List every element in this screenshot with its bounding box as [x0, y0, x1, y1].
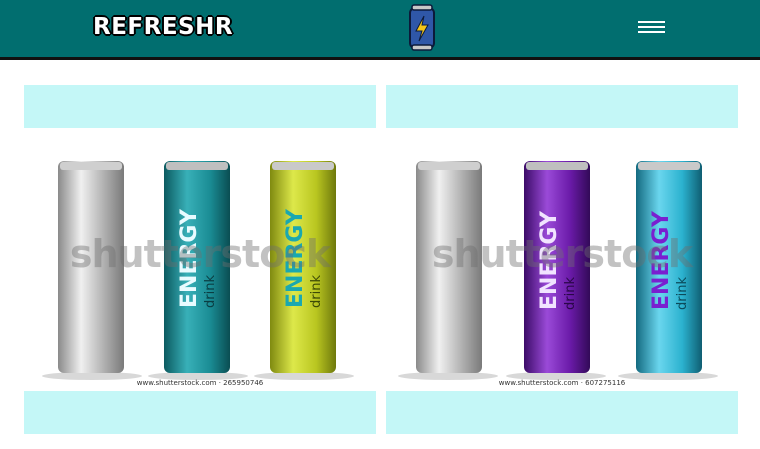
watermark: shutterstock [69, 232, 331, 276]
image-caption: www.shutterstock.com · 607275116 [498, 379, 626, 387]
hamburger-line [638, 21, 665, 23]
energy-can-lightning-icon[interactable] [407, 4, 437, 51]
card-header-bar [24, 85, 376, 128]
watermark: shutterstock [431, 232, 693, 276]
can-sublabel: drink [309, 275, 324, 308]
card-footer-bar [386, 391, 738, 434]
hamburger-line [638, 26, 665, 28]
navbar: REFRESHR [0, 0, 760, 60]
product-image[interactable]: ENERGY drink ENERGY drink shutterstock w… [386, 128, 738, 391]
image-caption: www.shutterstock.com · 265950746 [136, 379, 264, 387]
can-sublabel: drink [203, 275, 218, 308]
can-sublabel: drink [563, 277, 578, 310]
card-header-bar [386, 85, 738, 128]
hamburger-menu-icon[interactable] [638, 19, 665, 37]
card-footer-bar [24, 391, 376, 434]
product-image[interactable]: ENERGY drink ENERGY drink shutterstock w… [24, 128, 376, 391]
product-card[interactable]: ENERGY drink ENERGY drink shutterstock w… [24, 85, 376, 435]
product-card[interactable]: ENERGY drink ENERGY drink shutterstock w… [386, 85, 738, 435]
hamburger-line [638, 31, 665, 33]
can-sublabel: drink [675, 277, 690, 310]
brand-title[interactable]: REFRESHR [93, 14, 233, 40]
